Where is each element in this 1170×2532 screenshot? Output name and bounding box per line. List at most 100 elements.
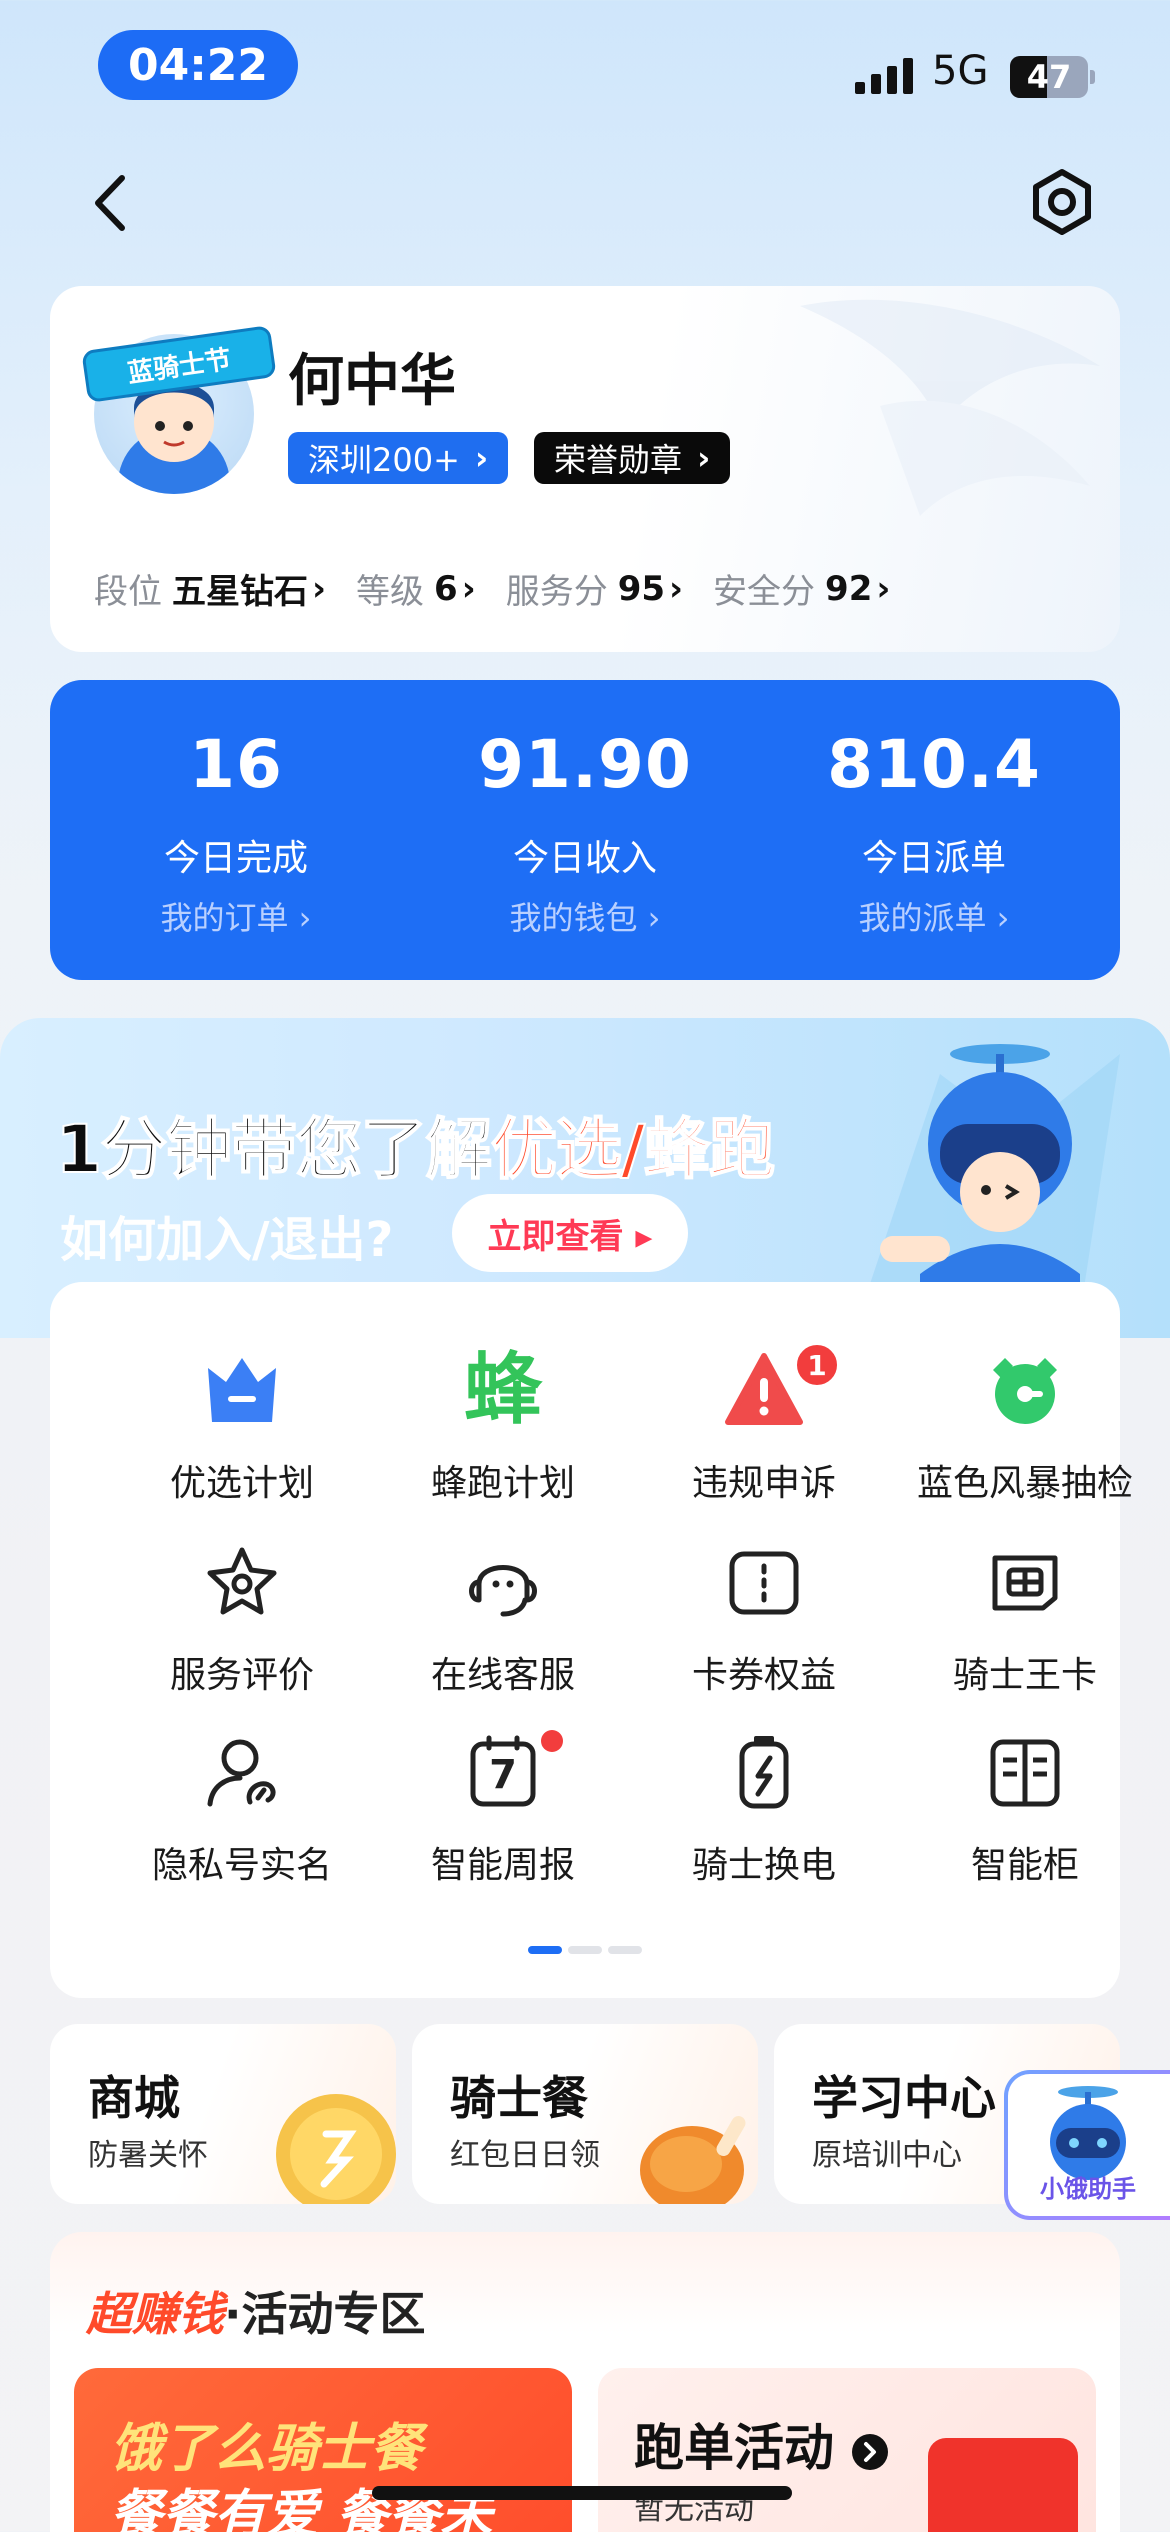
kpi-value: 810.4 (827, 726, 1041, 803)
profile-card[interactable]: 蓝骑士节 何中华 深圳200+ › 荣誉勋章 › 段位 五星钻石 › 等级 6 … (50, 286, 1120, 652)
stat-value: 92 (825, 568, 873, 609)
stat-key: 服务分 (505, 572, 608, 612)
banner-title: 1分钟带您了解优选/蜂跑 (55, 1096, 776, 1192)
battery-tip (1090, 70, 1095, 84)
stat-rank[interactable]: 段位 五星钻石 › (94, 564, 326, 613)
stat-key: 安全分 (713, 572, 816, 612)
my-dispatch-link[interactable]: 我的派单 › (764, 893, 1104, 939)
my-wallet-link[interactable]: 我的钱包 › (415, 893, 755, 939)
page-indicator[interactable] (528, 1946, 642, 1954)
network-type: 5G (932, 48, 989, 94)
assistant-panel: 小饿助手 (1008, 2074, 1170, 2216)
menu-item-label: 在线客服 (430, 1655, 575, 1696)
stat-value: 95 (617, 568, 666, 609)
view-now-button[interactable]: 立即查看 ▸ (452, 1194, 688, 1272)
notification-dot (541, 1730, 563, 1752)
menu-item-label: 蓝色风暴抽检 (916, 1463, 1133, 1504)
status-time: 04:22 (98, 30, 298, 100)
calendar-day: 7 (489, 1752, 517, 1798)
arrow-circle-right-icon (852, 2433, 889, 2470)
menu-item-weekly-report[interactable]: 7 智能周报 (373, 1712, 633, 1892)
menu-item-battery-swap[interactable]: 骑士换电 (634, 1712, 894, 1892)
menu-item-premium-plan[interactable]: 优选计划 (112, 1330, 372, 1510)
stat-safety-score[interactable]: 安全分 92 › (713, 564, 890, 613)
order-activity-label: 跑单活动 (634, 2419, 834, 2477)
menu-item-rider-king-card[interactable]: 骑士王卡 (895, 1522, 1155, 1702)
chevron-left-icon (95, 175, 125, 231)
headset-icon (469, 1565, 537, 1617)
chevron-right-icon: › (876, 568, 891, 609)
menu-item-blue-storm-check[interactable]: 蓝色风暴抽检 (895, 1330, 1155, 1510)
page-dot[interactable] (528, 1946, 562, 1954)
stat-service-score[interactable]: 服务分 95 › (506, 564, 683, 613)
page-dot[interactable] (568, 1946, 602, 1954)
stat-level[interactable]: 等级 6 › (356, 564, 476, 613)
menu-item-label: 智能柜 (970, 1845, 1079, 1886)
chevron-right-icon: › (461, 568, 476, 609)
mini-card-title: 骑士餐 (450, 2071, 588, 2125)
status-bar: 04:22 5G 47 (0, 0, 1170, 140)
battery-icon: 47 (1010, 56, 1088, 98)
menu-item-label: 服务评价 (169, 1655, 314, 1696)
kpi-income[interactable]: 91.90 今日收入 我的钱包 › (415, 726, 755, 939)
order-activity-card[interactable]: 跑单活动 暂无活动 (598, 2368, 1096, 2532)
assistant-button[interactable]: 小饿助手 (1004, 2070, 1170, 2220)
crown-icon (208, 1358, 276, 1422)
rider-meal-card[interactable]: 骑士餐 红包日日领 (412, 2024, 758, 2204)
back-button[interactable] (82, 168, 142, 238)
menu-item-violation-appeal[interactable]: 1 违规申诉 (634, 1330, 894, 1510)
alarm-clock-icon (993, 1358, 1057, 1424)
assistant-label: 小饿助手 (1040, 2175, 1136, 2203)
decorative-wave (800, 299, 1100, 516)
mall-card[interactable]: 商城 防暑关怀 (50, 2024, 396, 2204)
menu-item-bee-run-plan[interactable]: 蜂 蜂跑计划 (373, 1330, 633, 1510)
card-icon (992, 1555, 1058, 1611)
coin-icon (276, 2094, 396, 2204)
kpi-dispatched[interactable]: 810.4 今日派单 我的派单 › (764, 726, 1104, 939)
kpi-label: 今日完成 (163, 838, 308, 879)
menu-item-label: 隐私号实名 (151, 1845, 332, 1886)
menu-item-online-support[interactable]: 在线客服 (373, 1522, 633, 1702)
stat-value: 五星钻石 (172, 572, 308, 612)
honor-medal-tag[interactable]: 荣誉勋章 › (534, 432, 731, 484)
drumstick-icon (640, 2116, 746, 2204)
red-envelope-icon (928, 2438, 1078, 2532)
activity-zone-title: 超赚钱·活动专区 (86, 2278, 425, 2344)
menu-item-privacy-verify[interactable]: 隐私号实名 (112, 1712, 372, 1892)
home-indicator[interactable] (372, 2486, 792, 2500)
feature-grid: 优选计划 蜂 蜂跑计划 1 违规申诉 蓝色风暴抽检 服务评价 在线客服 卡券权益… (50, 1282, 1133, 1998)
menu-item-label: 骑士换电 (691, 1845, 836, 1886)
page-dot[interactable] (608, 1946, 642, 1954)
menu-item-label: 违规申诉 (691, 1463, 836, 1504)
menu-item-label: 卡券权益 (691, 1655, 836, 1696)
city-rank-label: 深圳200+ (308, 441, 460, 479)
banner-title-main: 1分钟带您了解 (55, 1110, 493, 1189)
cabinet-icon (990, 1739, 1060, 1807)
battery-swap-icon (739, 1736, 789, 1809)
signal-icon (855, 58, 913, 94)
rider-meal-promo[interactable]: 饿了么骑士餐 餐餐有爱 餐餐未 (74, 2368, 572, 2532)
star-icon (207, 1547, 277, 1615)
my-orders-link[interactable]: 我的订单 › (66, 893, 406, 939)
menu-item-label: 智能周报 (430, 1845, 575, 1886)
kpi-completed[interactable]: 16 今日完成 我的订单 › (66, 726, 406, 939)
rider-name: 何中华 (288, 349, 456, 414)
privacy-user-icon (207, 1739, 276, 1807)
activity-title-hot: 超赚钱 (86, 2287, 224, 2341)
menu-item-label: 优选计划 (169, 1463, 314, 1504)
honor-medal-label: 荣誉勋章 (554, 441, 683, 479)
mini-card-subtitle: 防暑关怀 (88, 2138, 208, 2173)
chevron-right-icon: › (463, 439, 489, 477)
banner-subtitle: 如何加入/退出? (60, 1212, 394, 1268)
notification-badge: 1 (794, 1342, 840, 1388)
chevron-right-icon: › (312, 568, 327, 609)
menu-item-smart-cabinet[interactable]: 智能柜 (895, 1712, 1155, 1892)
kpi-value: 91.90 (478, 726, 692, 803)
city-rank-tag[interactable]: 深圳200+ › (288, 432, 509, 484)
menu-item-label: 骑士王卡 (952, 1655, 1097, 1696)
menu-item-coupons[interactable]: 卡券权益 (634, 1522, 894, 1702)
menu-item-service-rating[interactable]: 服务评价 (112, 1522, 372, 1702)
banner-title-highlight: 优选/蜂跑 (490, 1110, 776, 1189)
mini-card-title: 商城 (88, 2071, 180, 2125)
settings-button[interactable] (1028, 168, 1096, 236)
